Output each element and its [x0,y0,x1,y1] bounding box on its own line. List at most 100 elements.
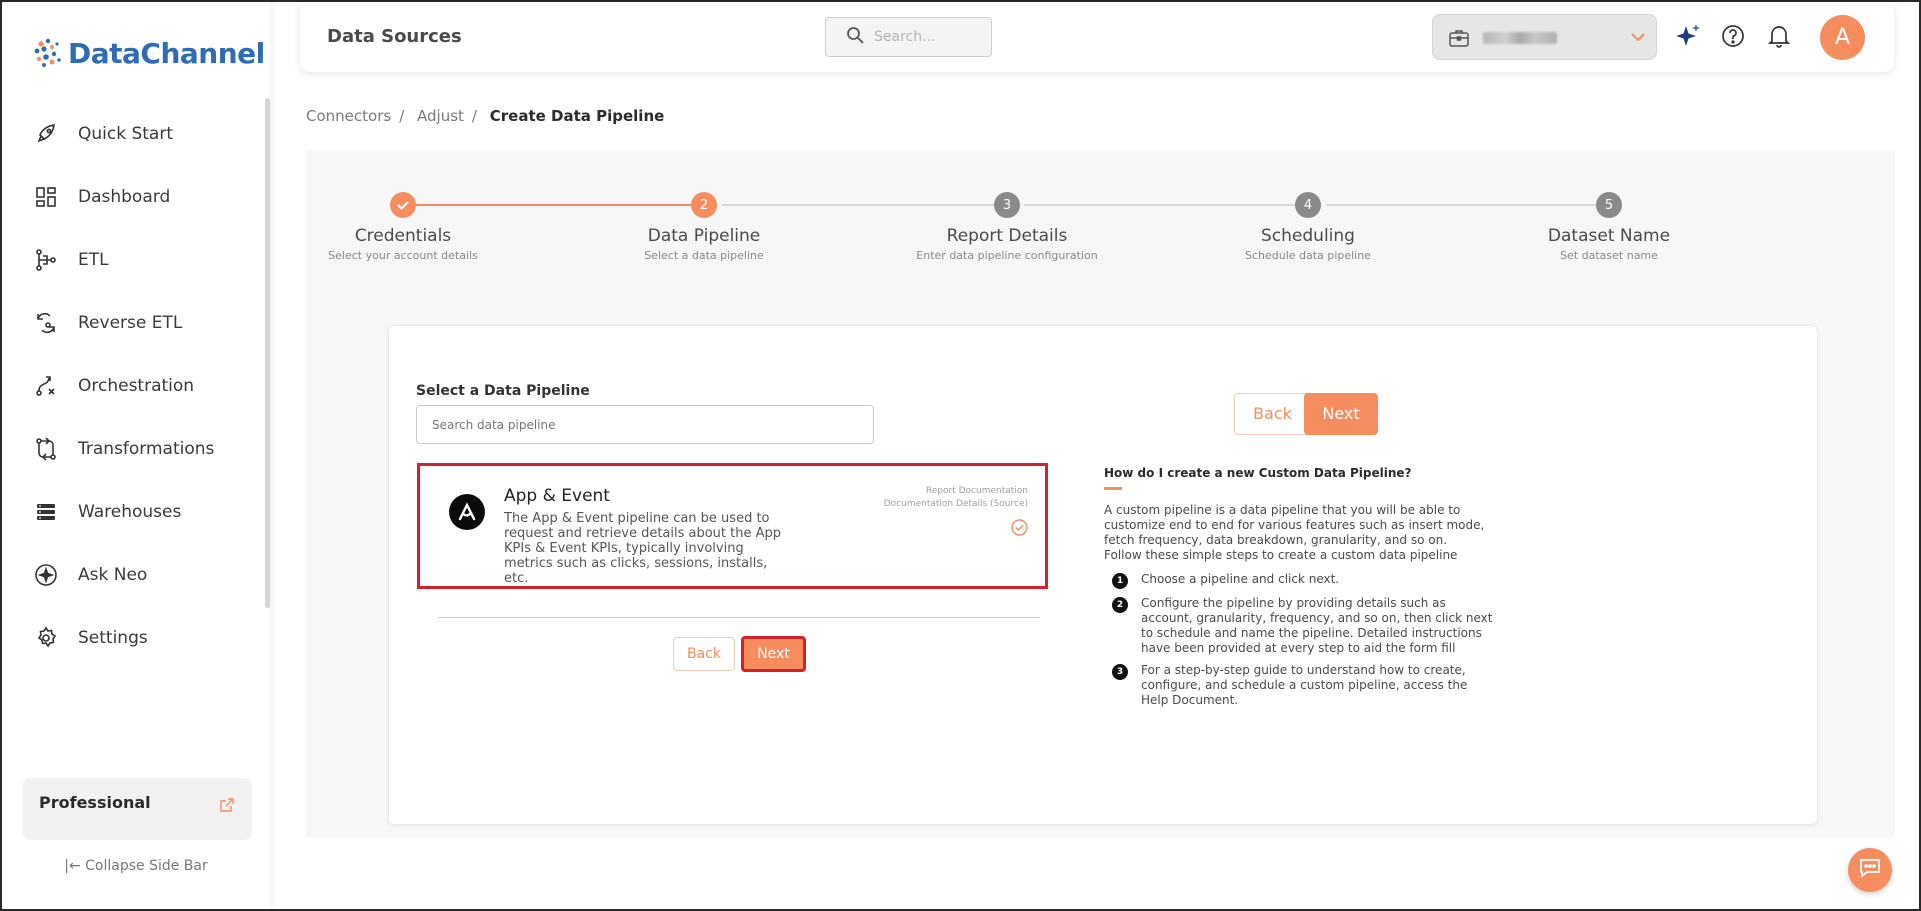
breadcrumb-connectors[interactable]: Connectors [306,107,391,125]
help-intro: A custom pipeline is a data pipeline tha… [1104,503,1499,563]
logo-text: DataChannel [68,36,265,70]
step-subtitle: Select your account details [328,249,478,262]
plan-card[interactable]: Professional [22,778,252,840]
sparkle-icon[interactable] [1674,22,1702,50]
sidebar-item-dashboard[interactable]: Dashboard [2,165,264,228]
step-title: Credentials [354,226,452,246]
help-step-text: Choose a pipeline and click next. [1141,572,1340,586]
sidebar-item-label: Transformations [78,438,215,459]
sidebar-item-reverse-etl[interactable]: Reverse ETL [2,291,264,354]
step-subtitle: Set dataset name [1560,249,1658,262]
back-button-bottom[interactable]: Back [673,637,735,671]
sidebar-item-transformations[interactable]: Transformations [2,417,264,480]
chat-icon [1858,857,1882,883]
sidebar: DataChannel Quick Start Dashboard ETL Re… [2,2,270,909]
ask-neo-icon [32,561,60,589]
breadcrumb-current: Create Data Pipeline [489,107,665,125]
pipeline-selection-card: Select a Data Pipeline Back Next App & E… [388,325,1818,825]
help-icon[interactable] [1719,22,1747,50]
step-number: 2 [691,192,717,218]
breadcrumb-separator: / [471,107,477,125]
breadcrumb-adjust[interactable]: Adjust [417,107,464,125]
organization-name-redacted [1483,32,1557,44]
step-number: 4 [1295,192,1321,218]
collapse-icon: |← [64,858,81,874]
help-step-number: 2 [1112,597,1128,613]
sidebar-item-label: Dashboard [78,186,171,207]
step-title: Report Details [946,226,1068,246]
etl-icon [32,246,60,274]
step-number: 3 [994,192,1020,218]
help-title: How do I create a new Custom Data Pipeli… [1104,466,1412,480]
step-dataset-name[interactable]: 5 Dataset Name Set dataset name [1459,192,1759,262]
organization-selector[interactable] [1432,14,1657,60]
sidebar-item-label: Settings [78,627,148,648]
sidebar-item-ask-neo[interactable]: Ask Neo [2,543,264,606]
orchestration-icon [32,372,60,400]
step-data-pipeline[interactable]: 2 Data Pipeline Select a data pipeline [554,192,854,262]
next-button-bottom[interactable]: Next [741,636,806,672]
datachannel-logo-icon [34,38,61,67]
help-step-number: 1 [1112,573,1128,589]
page-title: Data Sources [327,26,462,47]
report-documentation-link[interactable]: Report Documentation [884,485,1028,498]
step-report-details[interactable]: 3 Report Details Enter data pipeline con… [857,192,1157,262]
collapse-sidebar-button[interactable]: |← Collapse Side Bar [2,858,270,874]
sidebar-item-warehouses[interactable]: Warehouses [2,480,264,543]
pipeline-option-app-event[interactable]: App & Event The App & Event pipeline can… [417,463,1048,589]
step-subtitle: Select a data pipeline [644,249,764,262]
step-subtitle: Enter data pipeline configuration [916,249,1098,262]
briefcase-icon [1449,29,1469,51]
divider [438,617,1040,618]
search-icon [846,26,864,48]
selected-check-icon [1011,519,1028,540]
chevron-down-icon [1630,29,1646,49]
help-intro-paragraph: A custom pipeline is a data pipeline tha… [1104,503,1485,547]
help-title-underline [1104,487,1122,490]
sidebar-nav: Quick Start Dashboard ETL Reverse ETL Or… [2,102,264,669]
global-search[interactable]: Search... [825,17,992,57]
breadcrumb-separator: / [399,107,405,125]
help-step: 3 For a step-by-step guide to understand… [1112,663,1497,708]
chat-support-button[interactable] [1848,848,1892,892]
search-placeholder: Search... [874,29,936,45]
sidebar-item-label: Orchestration [78,375,195,396]
help-step-text: For a step-by-step guide to understand h… [1141,663,1468,707]
sidebar-item-quick-start[interactable]: Quick Start [2,102,264,165]
top-bar: Data Sources Search... A [300,2,1894,72]
step-credentials[interactable]: Credentials Select your account details [253,192,553,262]
step-title: Dataset Name [1547,226,1671,246]
help-steps-list: 1 Choose a pipeline and click next. 2 Co… [1112,572,1497,716]
rocket-icon [32,120,60,148]
sidebar-item-settings[interactable]: Settings [2,606,264,669]
bell-icon[interactable] [1765,22,1793,50]
warehouses-icon [32,498,60,526]
step-title: Scheduling [1261,226,1355,246]
next-button-top[interactable]: Next [1304,393,1378,435]
help-step: 1 Choose a pipeline and click next. [1112,572,1497,589]
documentation-details-link[interactable]: Documentation Details (Source) [884,498,1028,511]
transformations-icon [32,435,60,463]
user-avatar[interactable]: A [1820,15,1865,60]
sidebar-item-etl[interactable]: ETL [2,228,264,291]
settings-icon [32,624,60,652]
select-pipeline-label: Select a Data Pipeline [416,383,590,399]
datachannel-logo[interactable]: DataChannel [32,36,265,70]
sidebar-scrollbar[interactable] [265,98,270,608]
pipeline-search-input[interactable] [416,405,874,444]
pipeline-description: The App & Event pipeline can be used to … [504,511,782,586]
sidebar-item-orchestration[interactable]: Orchestration [2,354,264,417]
help-step-number: 3 [1112,664,1128,680]
plan-label: Professional [39,793,151,812]
external-link-icon[interactable] [220,797,234,816]
step-subtitle: Schedule data pipeline [1245,249,1371,262]
sidebar-item-label: ETL [78,249,109,270]
sidebar-item-label: Ask Neo [78,564,148,585]
main-content: Credentials Select your account details … [306,150,1895,838]
adjust-logo-icon [449,494,485,530]
back-button-top[interactable]: Back [1234,393,1311,435]
reverse-etl-icon [32,309,60,337]
step-scheduling[interactable]: 4 Scheduling Schedule data pipeline [1158,192,1458,262]
breadcrumb: Connectors / Adjust / Create Data Pipeline [306,107,672,125]
check-icon [390,192,416,218]
